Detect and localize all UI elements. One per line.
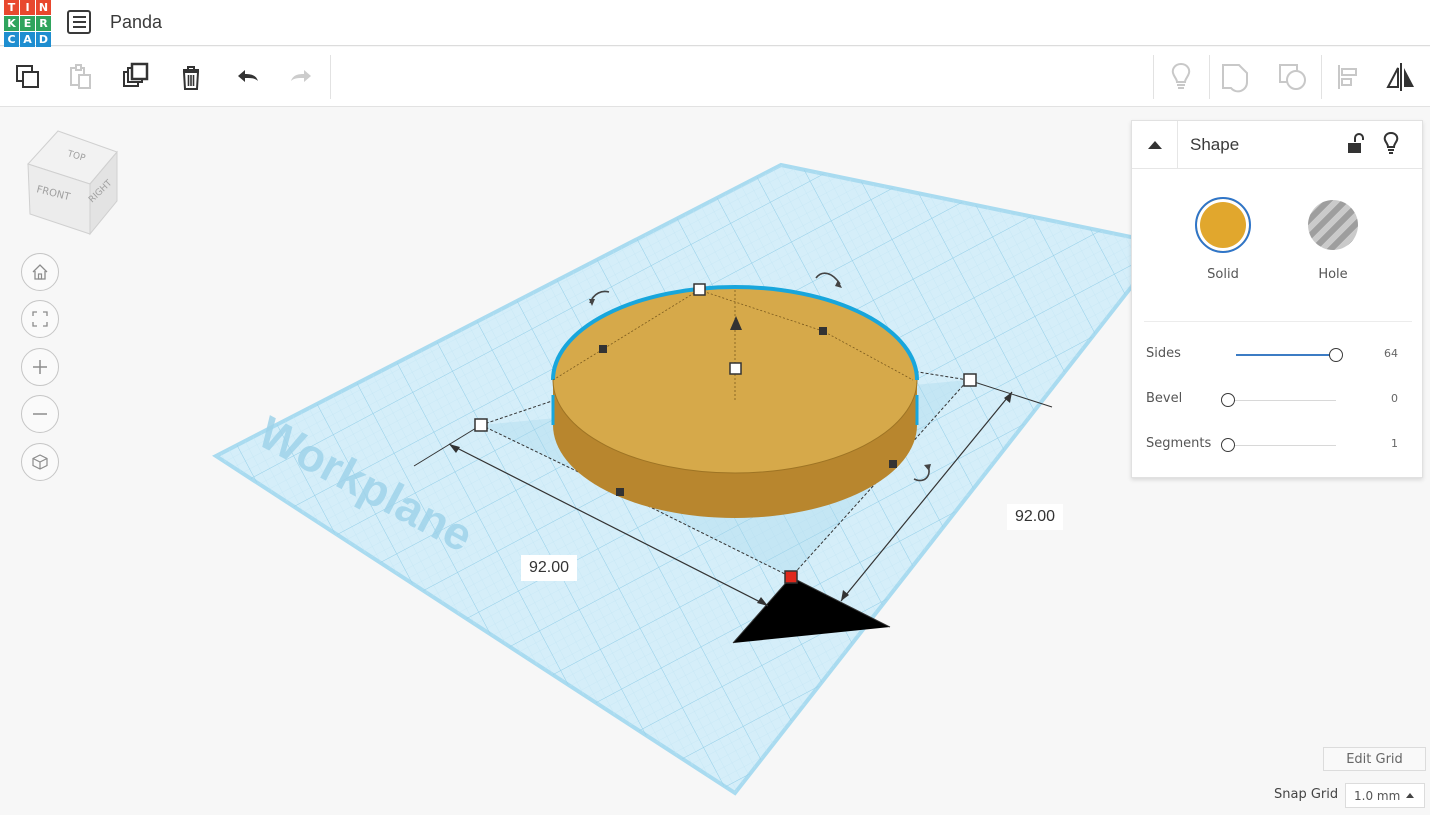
solid-label: Solid — [1207, 267, 1239, 282]
edge-handle[interactable] — [889, 460, 897, 468]
ortho-view-icon[interactable] — [21, 443, 59, 481]
bevel-param: Bevel 0 — [1132, 391, 1422, 411]
edit-grid-button[interactable]: Edit Grid — [1323, 747, 1426, 771]
snap-grid-select[interactable]: 1.0 mm — [1345, 783, 1425, 808]
sides-value[interactable]: 64 — [1384, 347, 1398, 360]
zoom-out-icon[interactable] — [21, 395, 59, 433]
caret-up-icon — [1406, 793, 1414, 798]
fit-view-icon[interactable] — [21, 300, 59, 338]
snap-grid-value: 1.0 mm — [1354, 788, 1401, 803]
solid-swatch[interactable] — [1195, 197, 1251, 253]
edge-handle[interactable] — [616, 488, 624, 496]
resize-handle[interactable] — [474, 418, 488, 432]
hole-label: Hole — [1318, 267, 1348, 282]
width-dimension-label[interactable]: 92.00 — [521, 555, 578, 581]
sides-param: Sides 64 — [1132, 346, 1422, 366]
home-view-icon[interactable] — [21, 253, 59, 291]
hole-option[interactable]: Hole — [1303, 197, 1363, 282]
resize-handle[interactable] — [729, 362, 742, 375]
shape-inspector-panel: Shape Solid Hole Sides 64 Bevel 0 Segmen… — [1131, 120, 1423, 478]
edge-handle[interactable] — [819, 327, 827, 335]
segments-label: Segments — [1146, 436, 1212, 451]
sides-label: Sides — [1146, 346, 1181, 361]
collapse-panel-button[interactable] — [1132, 121, 1178, 169]
segments-slider[interactable] — [1221, 438, 1336, 452]
edge-handle[interactable] — [599, 345, 607, 353]
view-cube[interactable]: TOP FRONT RIGHT — [20, 126, 120, 236]
hole-swatch[interactable] — [1308, 200, 1358, 250]
snap-grid-label: Snap Grid — [1274, 787, 1339, 802]
solid-option[interactable]: Solid — [1193, 197, 1253, 282]
unlock-icon[interactable] — [1346, 133, 1364, 160]
triangle-up-icon — [1147, 141, 1162, 149]
bevel-slider-knob[interactable] — [1221, 393, 1235, 407]
segments-param: Segments 1 — [1132, 436, 1422, 456]
inspector-header: Shape — [1132, 121, 1422, 169]
bevel-value[interactable]: 0 — [1391, 392, 1398, 405]
resize-handle[interactable] — [963, 373, 977, 387]
sides-slider[interactable] — [1236, 348, 1343, 362]
bevel-label: Bevel — [1146, 391, 1183, 406]
zoom-in-icon[interactable] — [21, 348, 59, 386]
resize-handle-active[interactable] — [784, 570, 798, 584]
depth-dimension-label[interactable]: 92.00 — [1007, 504, 1064, 530]
sides-slider-knob[interactable] — [1329, 348, 1343, 362]
panel-divider — [1144, 321, 1412, 322]
segments-value[interactable]: 1 — [1391, 437, 1398, 450]
inspector-title: Shape — [1190, 135, 1240, 154]
resize-handle[interactable] — [693, 283, 706, 296]
segments-slider-knob[interactable] — [1221, 438, 1235, 452]
bevel-slider[interactable] — [1221, 393, 1336, 407]
lightbulb-icon[interactable] — [1382, 131, 1400, 160]
